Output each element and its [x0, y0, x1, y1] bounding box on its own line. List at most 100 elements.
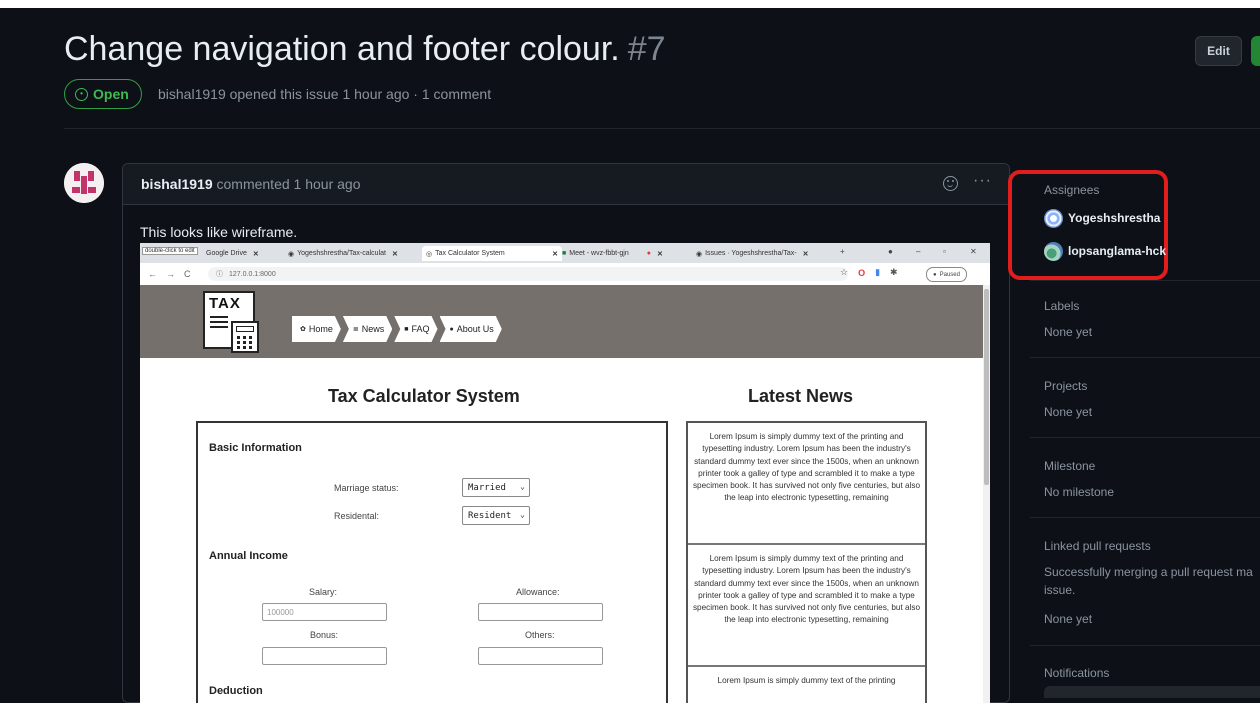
meet-icon: ■: [562, 250, 567, 257]
residential-value: Resident: [468, 510, 512, 521]
dblclick-hint: double-click to edit: [142, 247, 198, 255]
issue-state-label: Open: [93, 86, 129, 102]
paused-label: Paused: [939, 271, 960, 278]
maximize-icon: ▫: [943, 247, 946, 256]
bonus-input[interactable]: [262, 647, 387, 665]
extension-icon: ▮: [875, 267, 881, 277]
extension-icons: ☆ O ▮ ✱: [840, 267, 898, 278]
linked-prs-heading[interactable]: Linked pull requests: [1044, 539, 1151, 553]
calculator-title: Tax Calculator System: [328, 386, 520, 406]
back-icon: ←: [148, 269, 157, 279]
news-title: Latest News: [748, 386, 854, 406]
assignee-item[interactable]: Yogeshshrestha: [1044, 208, 1160, 228]
record-icon: ●: [888, 247, 893, 256]
header-divider: [64, 128, 1260, 129]
allowance-label: Allowance:: [516, 587, 560, 597]
browser-tab-meet: ■ Meet - wvz-fbbt-gjn ● ✕: [558, 246, 667, 261]
linked-prs-value: None yet: [1044, 612, 1093, 626]
nav-faq[interactable]: ■ FAQ: [394, 316, 437, 342]
residential-select[interactable]: Resident ⌄: [462, 506, 530, 525]
projects-heading[interactable]: Projects: [1044, 379, 1087, 393]
issue-open-icon: •: [75, 87, 88, 101]
residential-label: Residental:: [334, 511, 380, 521]
paused-badge: ● Paused: [926, 267, 967, 282]
nav-home[interactable]: ✿ Home: [292, 316, 341, 342]
smiley-icon[interactable]: [943, 176, 958, 191]
news-icon: ≣: [352, 326, 359, 333]
scroll-thumb[interactable]: [984, 289, 989, 485]
calculator-icon: [231, 321, 259, 353]
chevron-down-icon: ⌄: [520, 510, 525, 519]
labels-heading[interactable]: Labels: [1044, 299, 1079, 313]
linked-prs-desc-2: issue.: [1044, 583, 1076, 597]
news-item: Lorem Ipsum is simply dummy text of the …: [688, 545, 925, 667]
new-issue-button[interactable]: [1251, 36, 1260, 66]
new-tab-icon: +: [840, 247, 845, 256]
assignees-heading[interactable]: Assignees: [1044, 183, 1099, 197]
others-label: Others:: [525, 630, 555, 640]
basic-info-heading: Basic Information: [209, 442, 302, 454]
opera-icon: O: [858, 267, 866, 278]
reload-icon: C: [184, 269, 191, 279]
annual-income-heading: Annual Income: [209, 550, 288, 562]
nav-faq-label: FAQ: [411, 324, 430, 334]
browser-tab-drive: Google Drive ✕: [202, 246, 263, 261]
more-options-icon[interactable]: ···: [973, 172, 992, 190]
milestone-heading[interactable]: Milestone: [1044, 459, 1095, 473]
recording-dot-icon: ●: [646, 250, 651, 257]
issue-meta: bishal1919 opened this issue 1 hour ago …: [158, 86, 492, 102]
star-icon: ☆: [840, 267, 849, 277]
salary-input[interactable]: 100000: [262, 603, 387, 621]
comment-body: This looks like wireframe.: [140, 224, 298, 240]
url-field: ⓘ 127.0.0.1:8000: [208, 267, 848, 281]
issue-number: #7: [627, 30, 666, 68]
tab-label: Issues · Yogeshshrestha/Tax-: [705, 250, 797, 257]
page-scrollbar[interactable]: [983, 285, 990, 703]
subscribe-button[interactable]: [1044, 686, 1260, 698]
comment-time[interactable]: commented 1 hour ago: [217, 176, 361, 192]
marriage-status-value: Married: [468, 482, 506, 493]
tab-close-icon: ✕: [657, 250, 663, 258]
avatar: [1044, 241, 1063, 261]
salary-label: Salary:: [309, 587, 338, 597]
labels-value: None yet: [1044, 325, 1093, 339]
notifications-heading: Notifications: [1044, 666, 1110, 680]
nav-news[interactable]: ≣ News: [343, 316, 392, 342]
deduction-heading: Deduction: [209, 685, 263, 697]
others-input[interactable]: [478, 647, 603, 665]
milestone-value: No milestone: [1044, 485, 1115, 499]
info-icon: ⓘ: [216, 271, 223, 278]
chevron-down-icon: ⌄: [520, 482, 525, 491]
sidebar-divider: [1030, 357, 1260, 358]
edit-button[interactable]: Edit: [1195, 36, 1242, 66]
about-icon: ●: [449, 325, 454, 333]
author-avatar[interactable]: [64, 163, 104, 203]
sidebar-divider: [1030, 517, 1260, 518]
comment-author[interactable]: bishal1919: [141, 176, 213, 192]
nav-about[interactable]: ● About Us: [440, 316, 502, 342]
issue-state-badge: • Open: [64, 79, 142, 109]
assignee-name: lopsanglama-hck: [1068, 244, 1167, 258]
tab-close-icon: ✕: [802, 250, 809, 258]
site-nav: ✿ Home ≣ News ■ FAQ ● About Us: [292, 316, 504, 342]
forward-icon: →: [166, 269, 175, 279]
sidebar-divider: [1030, 280, 1260, 281]
home-icon: ✿: [300, 326, 306, 333]
puzzle-icon: ✱: [890, 267, 898, 277]
nav-home-label: Home: [308, 324, 333, 334]
allowance-input[interactable]: [478, 603, 603, 621]
tab-label: Google Drive: [206, 250, 247, 257]
nav-about-label: About Us: [456, 324, 494, 334]
assignee-name: Yogeshshrestha: [1068, 211, 1161, 225]
embedded-screenshot[interactable]: double-click to edit Google Drive ✕ ◉ Yoge…: [140, 243, 990, 703]
news-list: Lorem Ipsum is simply dummy text of the …: [686, 421, 927, 703]
browser-tab-repo: ◉ Yogeshshrestha/Tax-calculat ✕: [284, 246, 402, 261]
tax-logo: TAX: [203, 291, 267, 353]
tab-label: Tax Calculator System: [435, 250, 505, 257]
assignee-item[interactable]: lopsanglama-hck: [1044, 241, 1166, 261]
nav-news-label: News: [361, 324, 385, 334]
tab-label: Meet - wvz-fbbt-gjn: [569, 250, 629, 257]
globe-icon: ◎: [426, 250, 433, 258]
site-header: TAX ✿ Home ≣ News ■ FAQ ● About Us: [140, 285, 983, 358]
marriage-status-select[interactable]: Married ⌄: [462, 478, 530, 497]
